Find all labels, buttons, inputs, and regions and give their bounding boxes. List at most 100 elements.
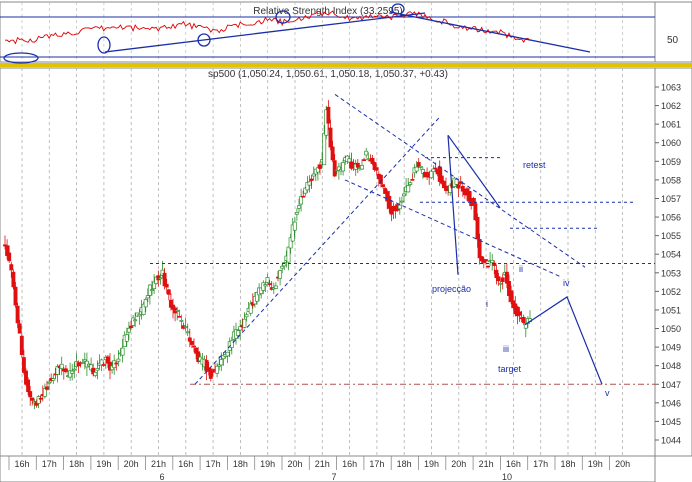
candle-body: [13, 286, 18, 306]
candle-body: [467, 191, 472, 202]
candle-body: [189, 341, 194, 345]
candle-body: [330, 146, 335, 161]
candle-body: [114, 362, 119, 365]
candle-body: [179, 320, 184, 322]
candle-body: [95, 368, 100, 371]
y-tick-label: 1055: [661, 231, 681, 241]
x-tick-label: 17h: [42, 459, 57, 469]
y-tick-label: 1045: [661, 417, 681, 427]
candle-body: [414, 166, 419, 172]
candle-body: [273, 285, 278, 289]
candle-body: [496, 276, 501, 282]
x-tick-label: 18h: [233, 459, 248, 469]
candle-body: [399, 200, 404, 203]
candle-body: [362, 159, 367, 161]
y-tick-label: 1053: [661, 268, 681, 278]
rsi-axis: [654, 1, 692, 63]
candle-body: [175, 309, 180, 312]
candle-body: [236, 330, 241, 336]
candle-body: [486, 265, 490, 268]
candle-body: [328, 127, 333, 148]
candle-body: [131, 317, 136, 326]
day-label: 6: [159, 472, 164, 482]
candle-body: [120, 347, 125, 356]
candle-body: [418, 166, 423, 168]
x-tick-label: 18h: [397, 459, 412, 469]
candle-body: [456, 184, 461, 189]
candle-body: [509, 290, 514, 302]
candle-body: [126, 327, 131, 333]
candle-body: [192, 345, 196, 348]
candle-body: [137, 314, 142, 317]
candle-body: [360, 165, 364, 170]
candle-body: [45, 386, 49, 390]
candle-body: [521, 317, 526, 323]
panel-separator: [0, 63, 692, 67]
candle-body: [63, 368, 68, 373]
x-tick-label: 16h: [178, 459, 193, 469]
candle-body: [30, 397, 35, 401]
candle-body: [183, 326, 188, 328]
candle-body: [204, 360, 209, 372]
candle-body: [297, 205, 301, 209]
candle-body: [479, 256, 484, 262]
candle-body: [332, 160, 337, 177]
candle-body: [309, 178, 314, 181]
candle-body: [150, 289, 154, 292]
candle-body: [59, 363, 64, 369]
candle-body: [261, 282, 266, 291]
x-tick-label: 19h: [588, 459, 603, 469]
candle-body: [326, 106, 331, 124]
candle-body: [51, 378, 56, 381]
candle-body: [215, 365, 220, 374]
y-tick-label: 1051: [661, 305, 681, 315]
x-tick-label: 20h: [451, 459, 466, 469]
candle-body: [433, 167, 438, 170]
candle-body: [21, 357, 26, 373]
candle-body: [80, 362, 85, 364]
candle-body: [341, 162, 346, 172]
candle-body: [19, 335, 24, 355]
candle-body: [483, 259, 488, 262]
candle-body: [93, 372, 98, 376]
candle-body: [406, 185, 411, 193]
candle-body: [229, 340, 234, 348]
y-tick-label: 1050: [661, 324, 681, 334]
candle-body: [355, 162, 360, 168]
candle-body: [475, 216, 480, 240]
candle-body: [387, 195, 392, 209]
candle-body: [143, 299, 148, 308]
x-tick-label: 20h: [615, 459, 630, 469]
candle-body: [70, 370, 75, 374]
candle-body: [185, 331, 190, 334]
x-tick-label: 20h: [287, 459, 302, 469]
x-tick-label: 19h: [96, 459, 111, 469]
candle-body: [366, 158, 371, 161]
x-tick-label: 18h: [560, 459, 575, 469]
y-tick-label: 1044: [661, 436, 681, 446]
candle-body: [500, 277, 505, 282]
candle-body: [490, 260, 495, 263]
retest-label: retest: [523, 160, 546, 170]
x-tick-label: 16h: [342, 459, 357, 469]
x-tick-label: 19h: [260, 459, 275, 469]
y-tick-label: 1054: [661, 250, 681, 260]
candle-body: [28, 391, 33, 398]
candle-body: [498, 282, 503, 285]
wave-v-label: v: [605, 388, 610, 398]
y-tick-label: 1060: [661, 138, 681, 148]
y-tick-label: 1058: [661, 175, 681, 185]
chart-canvas: Relative Strength Index (33.2595) 50 sp5…: [0, 1, 692, 482]
y-tick-label: 1049: [661, 343, 681, 353]
x-tick-label: 18h: [69, 459, 84, 469]
candle-body: [374, 167, 379, 171]
y-tick-label: 1048: [661, 361, 681, 371]
candle-body: [124, 334, 129, 342]
y-tick-label: 1046: [661, 398, 681, 408]
wave-iv-label: iv: [563, 278, 570, 288]
x-tick-label: 17h: [369, 459, 384, 469]
wave-ii-label: ii: [519, 264, 523, 274]
y-tick-label: 1063: [661, 83, 681, 93]
candle-body: [265, 277, 270, 283]
candle-body: [301, 195, 306, 198]
